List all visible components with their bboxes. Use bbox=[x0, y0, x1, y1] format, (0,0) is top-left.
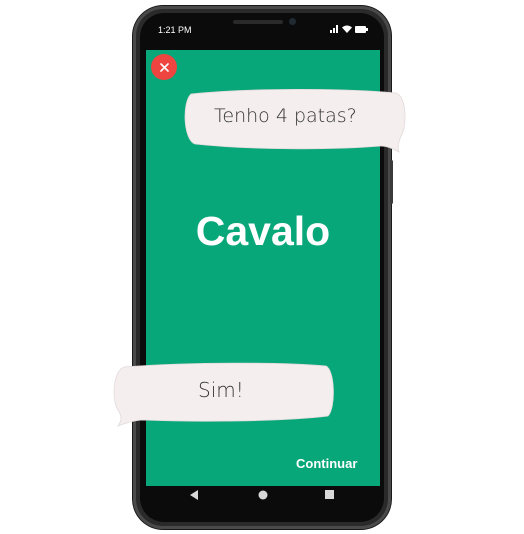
recent-apps-icon[interactable] bbox=[325, 490, 334, 499]
power-button bbox=[390, 160, 393, 204]
status-time: 1:21 PM bbox=[158, 25, 192, 35]
status-icons bbox=[330, 25, 368, 33]
secret-word: Cavalo bbox=[195, 208, 331, 254]
answer-bubble: Sim! bbox=[110, 362, 336, 428]
answer-text: Sim! bbox=[198, 378, 244, 402]
signal-icon bbox=[330, 25, 338, 33]
continue-button[interactable]: Continuar bbox=[296, 456, 357, 471]
battery-icon bbox=[355, 25, 368, 33]
close-icon bbox=[159, 62, 169, 72]
home-icon[interactable] bbox=[258, 490, 268, 500]
question-text: Tenho 4 patas? bbox=[214, 105, 357, 127]
wifi-icon bbox=[342, 25, 352, 33]
close-button[interactable] bbox=[151, 54, 177, 80]
navigation-bar bbox=[146, 486, 380, 508]
back-icon[interactable] bbox=[190, 490, 199, 500]
question-bubble: Tenho 4 patas? bbox=[181, 88, 409, 156]
stage: 1:21 PM Cavalo Continuar Tenho 4 patas? … bbox=[0, 0, 524, 534]
status-bar: 1:21 PM bbox=[146, 22, 380, 38]
